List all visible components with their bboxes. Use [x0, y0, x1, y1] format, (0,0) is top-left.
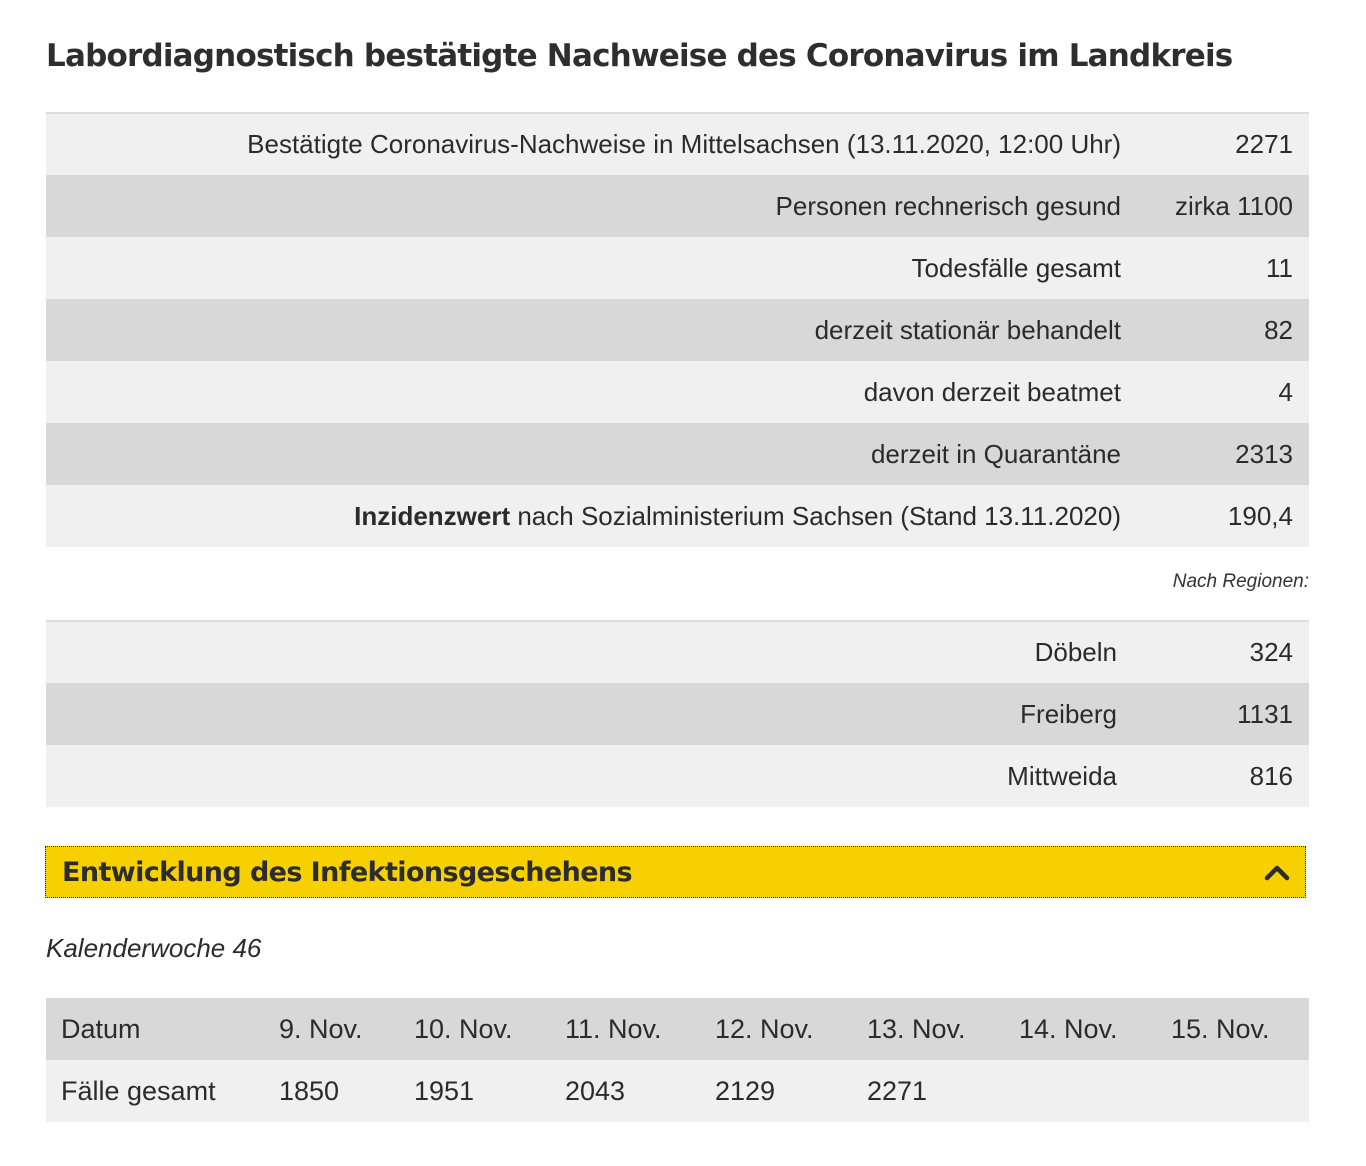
stat-value: 2271: [1235, 129, 1293, 159]
stat-label: Personen rechnerisch gesund: [775, 190, 1121, 221]
region-value: 324: [1249, 637, 1293, 667]
header-cell: 13. Nov.: [867, 1013, 966, 1044]
header-cell: 15. Nov.: [1171, 1013, 1270, 1044]
stat-label: davon derzeit beatmet: [863, 376, 1121, 407]
region-label: Döbeln: [1034, 637, 1117, 667]
header-cell: 11. Nov.: [565, 1013, 662, 1044]
stat-value: zirka 1100: [1174, 190, 1293, 221]
header-cell: Datum: [61, 1013, 141, 1044]
table-row: Inzidenzwert nach Sozialministerium Sach…: [46, 485, 1309, 547]
regions-table: Döbeln 324 Freiberg 1131 Mittweida 816: [46, 620, 1309, 807]
stat-label: Todesfälle gesamt: [911, 252, 1121, 283]
stat-value: 11: [1266, 252, 1293, 283]
stat-value: 190,4: [1227, 500, 1293, 531]
week-table: Datum 9. Nov. 10. Nov. 11. Nov. 12. Nov.…: [46, 998, 1309, 1122]
table-row: Mittweida 816: [46, 745, 1309, 807]
header-cell: 14. Nov.: [1019, 1013, 1118, 1044]
incidence-label-bold: Inzidenzwert: [354, 500, 511, 531]
stats-table: Bestätigte Coronavirus-Nachweise in Mitt…: [46, 112, 1309, 547]
chevron-up-icon[interactable]: [1263, 862, 1291, 882]
incidence-label-rest: nach Sozialministerium Sachsen (Stand 13…: [510, 500, 1121, 531]
table-row: Döbeln 324: [46, 621, 1309, 683]
week-label: Kalenderwoche 46: [46, 933, 262, 963]
data-cell: 1951: [414, 1075, 475, 1106]
table-row: Personen rechnerisch gesund zirka 1100: [46, 175, 1309, 237]
table-header-row: Datum 9. Nov. 10. Nov. 11. Nov. 12. Nov.…: [46, 998, 1309, 1060]
stat-label: Inzidenzwert nach Sozialministerium Sach…: [46, 485, 1141, 547]
page-title: Labordiagnostisch bestätigte Nachweise d…: [46, 38, 1233, 74]
data-cell: 2043: [565, 1075, 626, 1106]
stat-label: derzeit in Quarantäne: [870, 438, 1121, 469]
accordion-title: Entwicklung des Infektionsgeschehens: [62, 856, 633, 888]
header-cell: 12. Nov.: [715, 1013, 814, 1044]
region-label: Mittweida: [1007, 760, 1117, 791]
data-cell: 2271: [867, 1075, 928, 1106]
regions-caption: Nach Regionen:: [1172, 571, 1309, 592]
header-cell: 9. Nov.: [279, 1013, 363, 1044]
row-label-cell: Fälle gesamt: [61, 1075, 216, 1106]
table-row: derzeit in Quarantäne 2313: [46, 423, 1309, 485]
data-cell: 2129: [715, 1075, 776, 1106]
data-cell: 1850: [279, 1075, 340, 1106]
table-row: Freiberg 1131: [46, 683, 1309, 745]
stat-value: 2313: [1235, 438, 1293, 469]
header-cell: 10. Nov.: [414, 1013, 513, 1044]
stat-label: Bestätigte Coronavirus-Nachweise in Mitt…: [247, 129, 1121, 159]
stat-value: 4: [1278, 376, 1293, 407]
region-value: 1131: [1237, 698, 1293, 729]
stat-value: 82: [1264, 314, 1293, 345]
stat-label: derzeit stationär behandelt: [814, 314, 1121, 345]
table-row: davon derzeit beatmet 4: [46, 361, 1309, 423]
table-row: derzeit stationär behandelt 82: [46, 299, 1309, 361]
table-row: Todesfälle gesamt 11: [46, 237, 1309, 299]
accordion-toggle[interactable]: Entwicklung des Infektionsgeschehens: [45, 846, 1306, 898]
region-label: Freiberg: [1020, 698, 1117, 729]
table-row: Bestätigte Coronavirus-Nachweise in Mitt…: [46, 113, 1309, 175]
data-cell: [1004, 1060, 1156, 1122]
region-value: 816: [1249, 760, 1293, 791]
table-row: Fälle gesamt 1850 1951 2043 2129 2271: [46, 1060, 1309, 1122]
data-cell: [1156, 1060, 1309, 1122]
